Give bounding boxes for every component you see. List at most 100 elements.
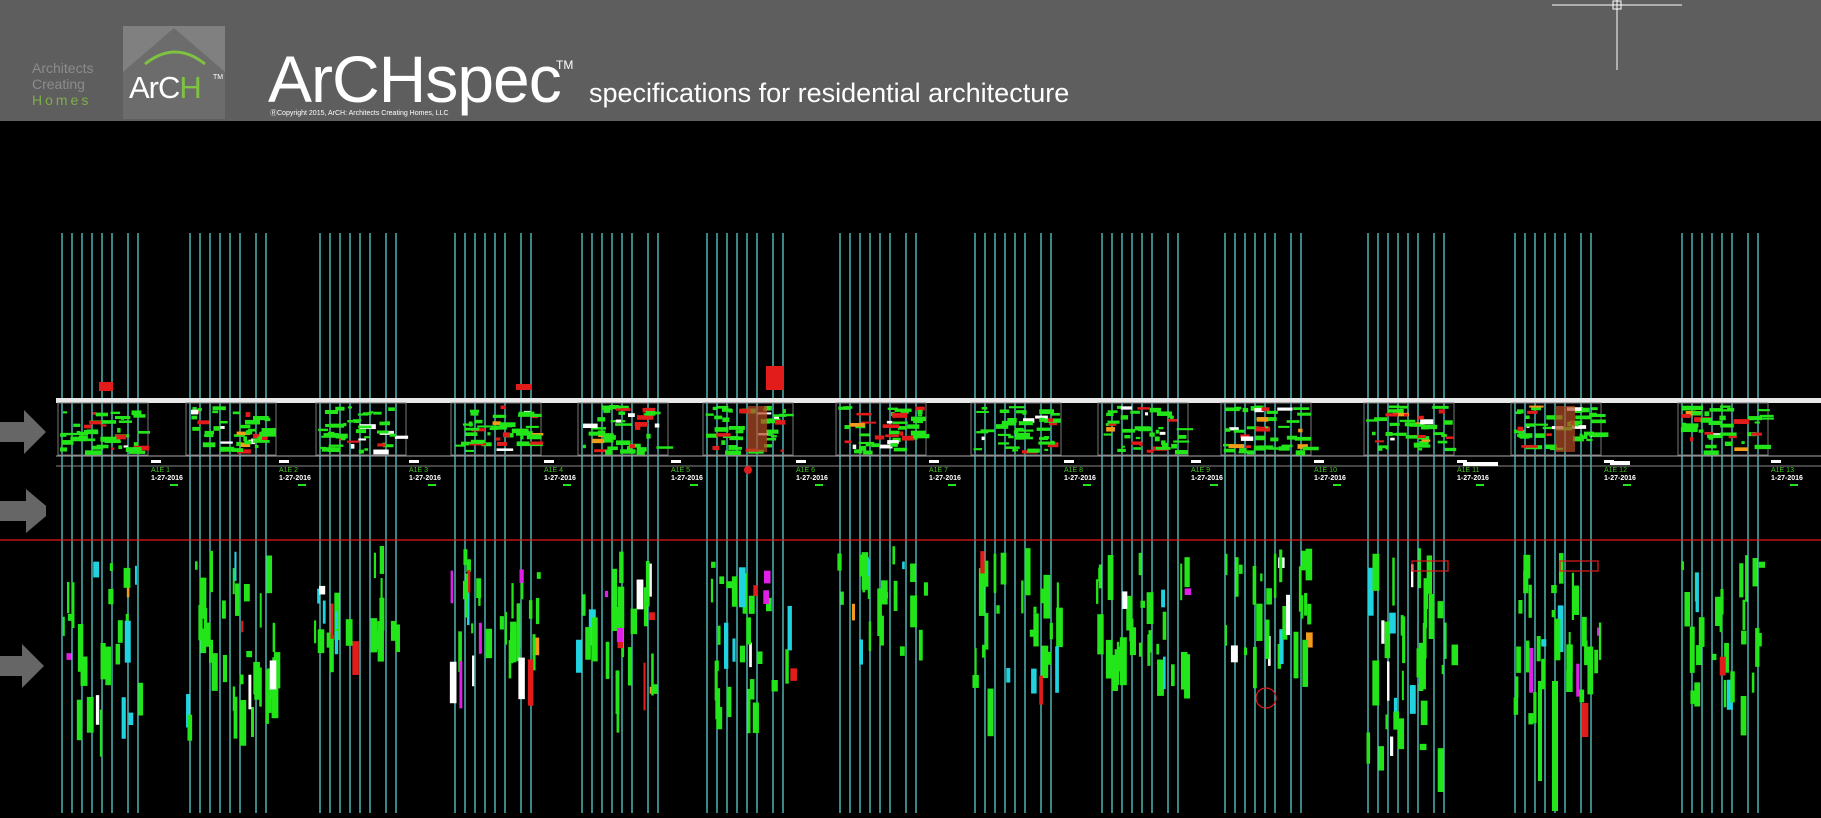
sheet-content-mark (385, 421, 390, 424)
sheet-tag-mark (409, 460, 419, 463)
detail-mark (1681, 561, 1684, 571)
sheet-content-mark (1278, 446, 1290, 451)
sheet-content-mark (1174, 450, 1188, 455)
sheet-content-mark (520, 435, 524, 440)
detail-mark (234, 551, 237, 581)
detail-mark (1049, 622, 1053, 640)
drawing-canvas[interactable]: A1E 1 1-27-2016 A1E 2 1-27-2016 A1E 3 1-27-20… (0, 121, 1821, 813)
detail-mark (862, 555, 866, 593)
detail-mark (1576, 663, 1580, 697)
detail-mark (1305, 548, 1313, 581)
sheet-content-mark (1720, 423, 1734, 428)
detail-mark (66, 653, 72, 660)
detail-mark (1372, 660, 1380, 706)
sheet-content-mark (844, 440, 852, 444)
detail-mark (749, 642, 752, 668)
app-title: ArCHspec (268, 42, 562, 116)
sheet-content-mark (766, 437, 777, 441)
sheet-content-mark (1286, 435, 1298, 440)
detail-mark (1525, 640, 1530, 673)
sheet-content-mark (1008, 406, 1025, 409)
sheet-content-mark (976, 410, 989, 414)
sheet-content-mark (1398, 408, 1404, 414)
sheet-content-mark (364, 436, 371, 439)
sheet-tag-mark (1623, 484, 1631, 486)
detail-mark (345, 619, 353, 646)
detail-mark (518, 657, 525, 700)
detail-mark (471, 623, 474, 634)
sheet-label: A1E 10 (1314, 467, 1337, 474)
revision-dot (744, 466, 752, 474)
detail-mark (582, 594, 586, 616)
detail-mark (1056, 582, 1059, 610)
detail-mark (899, 646, 905, 656)
sheet-content-mark (125, 447, 142, 452)
detail-mark (1695, 572, 1699, 613)
sheet-content-mark (597, 417, 606, 422)
sheet-content-mark (1754, 421, 1760, 424)
sheet-date: 1-27-2016 (151, 475, 183, 482)
detail-mark (627, 647, 633, 686)
detail-mark (1581, 702, 1589, 738)
detail-mark (117, 620, 123, 643)
sheet-content-mark (1703, 450, 1719, 455)
sheet-content-mark (1155, 429, 1160, 434)
sheet-tag-mark (1083, 484, 1091, 486)
detail-mark (528, 600, 533, 619)
sheet-content-mark (245, 430, 253, 435)
sheet-content-mark (654, 423, 660, 428)
detail-mark (1033, 613, 1039, 647)
sheet-content-mark (849, 422, 865, 427)
detail-mark (1740, 695, 1747, 736)
sheet-content-mark (999, 409, 1010, 414)
detail-mark (1129, 618, 1134, 642)
sheet-content-mark (917, 409, 923, 415)
sheet-content-mark (615, 408, 628, 411)
detail-mark (1097, 614, 1104, 655)
sheet-content-mark (358, 449, 364, 454)
sheet-content-mark (1720, 405, 1731, 408)
sheet-content-mark (1261, 407, 1270, 412)
sheet-content-mark (1592, 432, 1609, 437)
sheet-content-mark (1278, 425, 1290, 428)
sheet-content-mark (1124, 435, 1131, 439)
sheet-content-mark (856, 412, 872, 416)
sheet-content-mark (1266, 410, 1278, 414)
sheet-content-mark (347, 406, 353, 409)
sheet-content-mark (1371, 431, 1376, 436)
sheet-content-mark (118, 445, 123, 450)
sheet-content-mark (1268, 417, 1277, 422)
detail-mark (746, 617, 752, 645)
highlighted-detail (1555, 406, 1575, 452)
sheet-content-mark (220, 441, 233, 444)
sheet-content-mark (656, 446, 674, 449)
detail-mark (109, 563, 113, 572)
sheet-content-mark (910, 416, 926, 422)
sheet-content-mark (526, 434, 542, 440)
sheet-content-mark (1133, 447, 1142, 450)
sheet-content-mark (646, 433, 651, 439)
sheet-content-mark (257, 436, 263, 441)
sheet-layout-drawing[interactable]: A1E 11-27-2016A1E 21-27-2016A1E 31-27-20… (0, 121, 1821, 813)
sheet-content-mark (1145, 412, 1149, 416)
sheet-content-mark (83, 424, 91, 429)
sheet-content-mark (78, 435, 88, 440)
detail-mark (241, 620, 244, 633)
sheet-content-mark (190, 409, 199, 415)
detail-mark (1024, 548, 1031, 596)
detail-mark (1039, 675, 1043, 705)
sheet-content-mark (469, 441, 484, 444)
sheet-content-mark (202, 442, 216, 448)
sheet-content-mark (645, 411, 656, 416)
app-subtitle: specifications for residential architect… (589, 78, 1070, 108)
detail-mark (1286, 594, 1290, 636)
sheet-content-mark (1385, 413, 1398, 417)
detail-mark (711, 561, 716, 568)
sheet-content-mark (1234, 406, 1242, 410)
sheet-content-mark (899, 431, 904, 436)
sheet-date: 1-27-2016 (279, 475, 311, 482)
sheet-content-mark (582, 444, 586, 449)
sheet-content-mark (100, 439, 109, 442)
detail-mark (1393, 711, 1400, 730)
detail-mark (1694, 682, 1701, 707)
